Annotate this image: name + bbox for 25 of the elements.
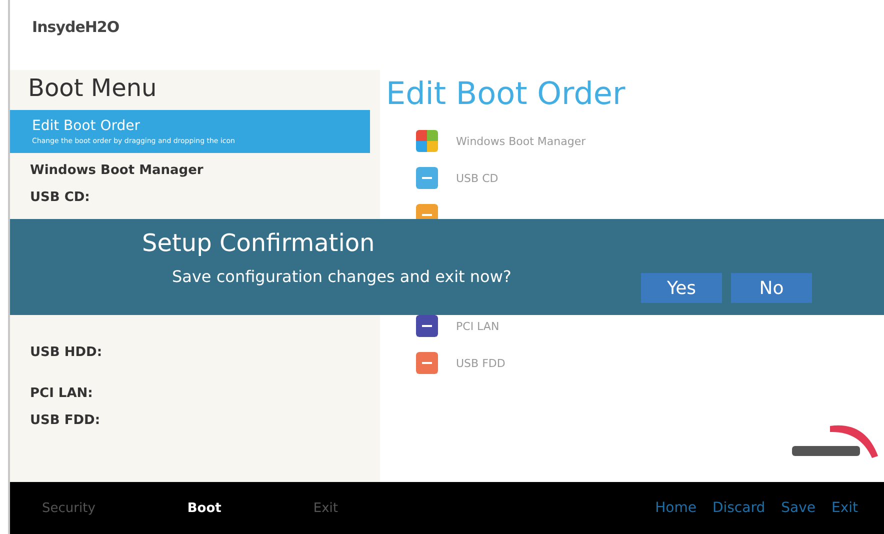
footer-link[interactable]: Discard	[704, 498, 774, 518]
boot-device-label: PCI LAN:	[30, 386, 94, 401]
boot-device-label: USB CD	[456, 172, 498, 184]
menu-title: Boot Menu	[27, 73, 158, 104]
boot-device-label: Windows Boot Manager	[30, 163, 204, 178]
logo-text: InsydeH2O	[32, 18, 120, 36]
footer-tab[interactable]: Exit	[307, 498, 344, 518]
boot-device-label: PCI LAN	[456, 320, 500, 332]
boot-device-label: USB HDD:	[30, 345, 104, 360]
footer-tab[interactable]: Security	[36, 498, 102, 518]
dialog-button[interactable]: No	[731, 273, 812, 303]
boot-device-label: USB CD:	[30, 190, 91, 205]
footer-link[interactable]: Exit	[823, 498, 866, 518]
dialog-message: Save configuration changes and exit now?	[172, 267, 512, 286]
dialog-button[interactable]: Yes	[641, 273, 722, 303]
boot-device-label: Windows Boot Manager	[456, 134, 586, 148]
boot-device-label: USB FDD	[456, 356, 506, 370]
device-icon[interactable]	[416, 315, 438, 337]
footer-link[interactable]: Home	[647, 498, 704, 518]
footer-tab[interactable]: Boot	[181, 498, 228, 518]
boot-device-label: USB FDD:	[30, 413, 102, 428]
footer-link[interactable]: Save	[773, 498, 824, 518]
windows-logo-icon[interactable]	[416, 130, 438, 152]
page-title: Edit Boot Order	[386, 75, 626, 114]
dialog-title: Setup Confirmation	[142, 229, 375, 257]
